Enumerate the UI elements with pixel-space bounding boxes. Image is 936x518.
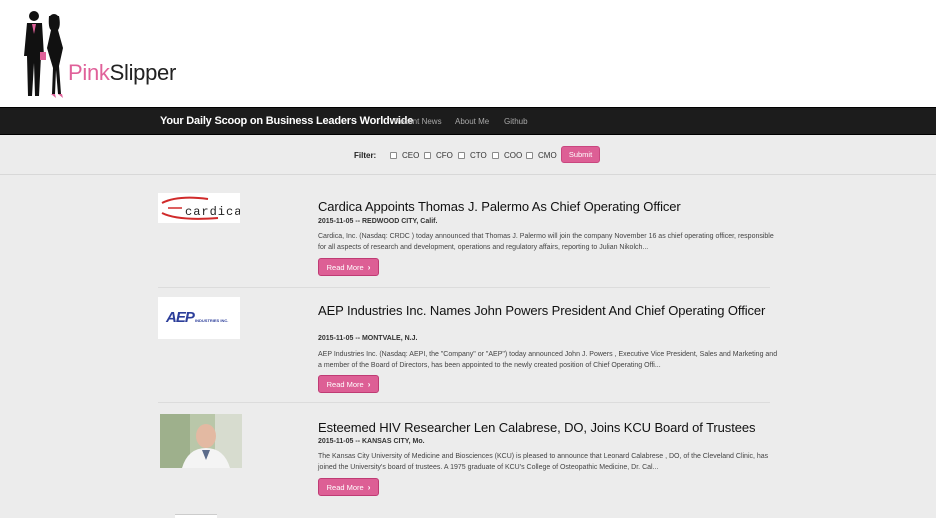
- article-meta: 2015-11-05 -- REDWOOD CITY, Calif.: [318, 218, 438, 225]
- read-more-label: Read More: [326, 262, 364, 272]
- next-thumbnail-edge: [175, 514, 217, 518]
- filter-ceo-label: CEO: [402, 151, 420, 160]
- business-people-icon: [24, 11, 63, 98]
- cardica-logo-text: cardica: [185, 205, 240, 219]
- filter-coo-label: COO: [504, 151, 523, 160]
- article-meta: 2015-11-05 -- KANSAS CITY, Mo.: [318, 438, 425, 445]
- nav-recent-news[interactable]: Recent News: [394, 117, 442, 126]
- checkbox-icon[interactable]: [526, 152, 533, 159]
- article-summary: The Kansas City University of Medicine a…: [318, 453, 769, 471]
- navbar: Your Daily Scoop on Business Leaders Wor…: [0, 107, 936, 135]
- read-more-button[interactable]: Read More ›: [318, 258, 379, 276]
- logo-text: PinkSlipper: [68, 60, 176, 86]
- article-divider: [158, 402, 770, 403]
- filter-cmo-label: CMO: [538, 151, 557, 160]
- article-summary: Cardica, Inc. (Nasdaq: CRDC ) today anno…: [318, 233, 774, 251]
- filter-submit-button[interactable]: Submit: [561, 146, 600, 163]
- filter-cmo-checkbox[interactable]: CMO: [526, 150, 557, 161]
- checkbox-icon[interactable]: [492, 152, 499, 159]
- filter-cfo-label: CFO: [436, 151, 453, 160]
- chevron-right-icon: ›: [367, 379, 371, 389]
- pinkslipper-logo[interactable]: PinkSlipper: [22, 8, 192, 100]
- filter-cto-label: CTO: [470, 151, 487, 160]
- filter-bar: Filter: CEO CFO CTO COO CMO: [0, 135, 936, 175]
- article-divider: [158, 287, 770, 288]
- person-photo-icon: [160, 414, 242, 468]
- checkbox-icon[interactable]: [390, 152, 397, 159]
- site-header: PinkSlipper: [0, 0, 936, 107]
- aep-logo-thumbnail[interactable]: AEP INDUSTRIES INC.: [158, 297, 240, 339]
- read-more-button[interactable]: Read More ›: [318, 478, 379, 496]
- chevron-right-icon: ›: [367, 482, 371, 492]
- chevron-right-icon: ›: [367, 262, 371, 272]
- article-title[interactable]: AEP Industries Inc. Names John Powers Pr…: [318, 303, 788, 318]
- read-more-label: Read More: [326, 379, 364, 389]
- aep-logo-text: AEP: [166, 309, 195, 326]
- navbar-brand[interactable]: Your Daily Scoop on Business Leaders Wor…: [160, 115, 413, 127]
- filter-ceo-checkbox[interactable]: CEO: [390, 150, 419, 161]
- logo-text-dark: Slipper: [109, 60, 177, 85]
- checkbox-icon[interactable]: [424, 152, 431, 159]
- article-meta: 2015-11-05 -- MONTVALE, N.J.: [318, 335, 418, 342]
- filter-cto-checkbox[interactable]: CTO: [458, 150, 487, 161]
- person-photo-thumbnail[interactable]: [160, 414, 242, 468]
- article-summary: AEP Industries Inc. (Nasdaq: AEPI, the "…: [318, 351, 778, 369]
- article-title[interactable]: Esteemed HIV Researcher Len Calabrese, D…: [318, 420, 788, 435]
- read-more-label: Read More: [326, 482, 364, 492]
- nav-github[interactable]: Github: [504, 117, 528, 126]
- logo-text-pink: Pink: [68, 60, 110, 85]
- checkbox-icon[interactable]: [458, 152, 465, 159]
- aep-logo-subtext: INDUSTRIES INC.: [195, 318, 229, 323]
- filter-cfo-checkbox[interactable]: CFO: [424, 150, 453, 161]
- cardica-logo-thumbnail[interactable]: cardica: [158, 193, 240, 223]
- nav-about-me[interactable]: About Me: [455, 117, 489, 126]
- filter-label: Filter:: [354, 151, 377, 160]
- read-more-button[interactable]: Read More ›: [318, 375, 379, 393]
- filter-coo-checkbox[interactable]: COO: [492, 150, 522, 161]
- article-title[interactable]: Cardica Appoints Thomas J. Palermo As Ch…: [318, 199, 788, 214]
